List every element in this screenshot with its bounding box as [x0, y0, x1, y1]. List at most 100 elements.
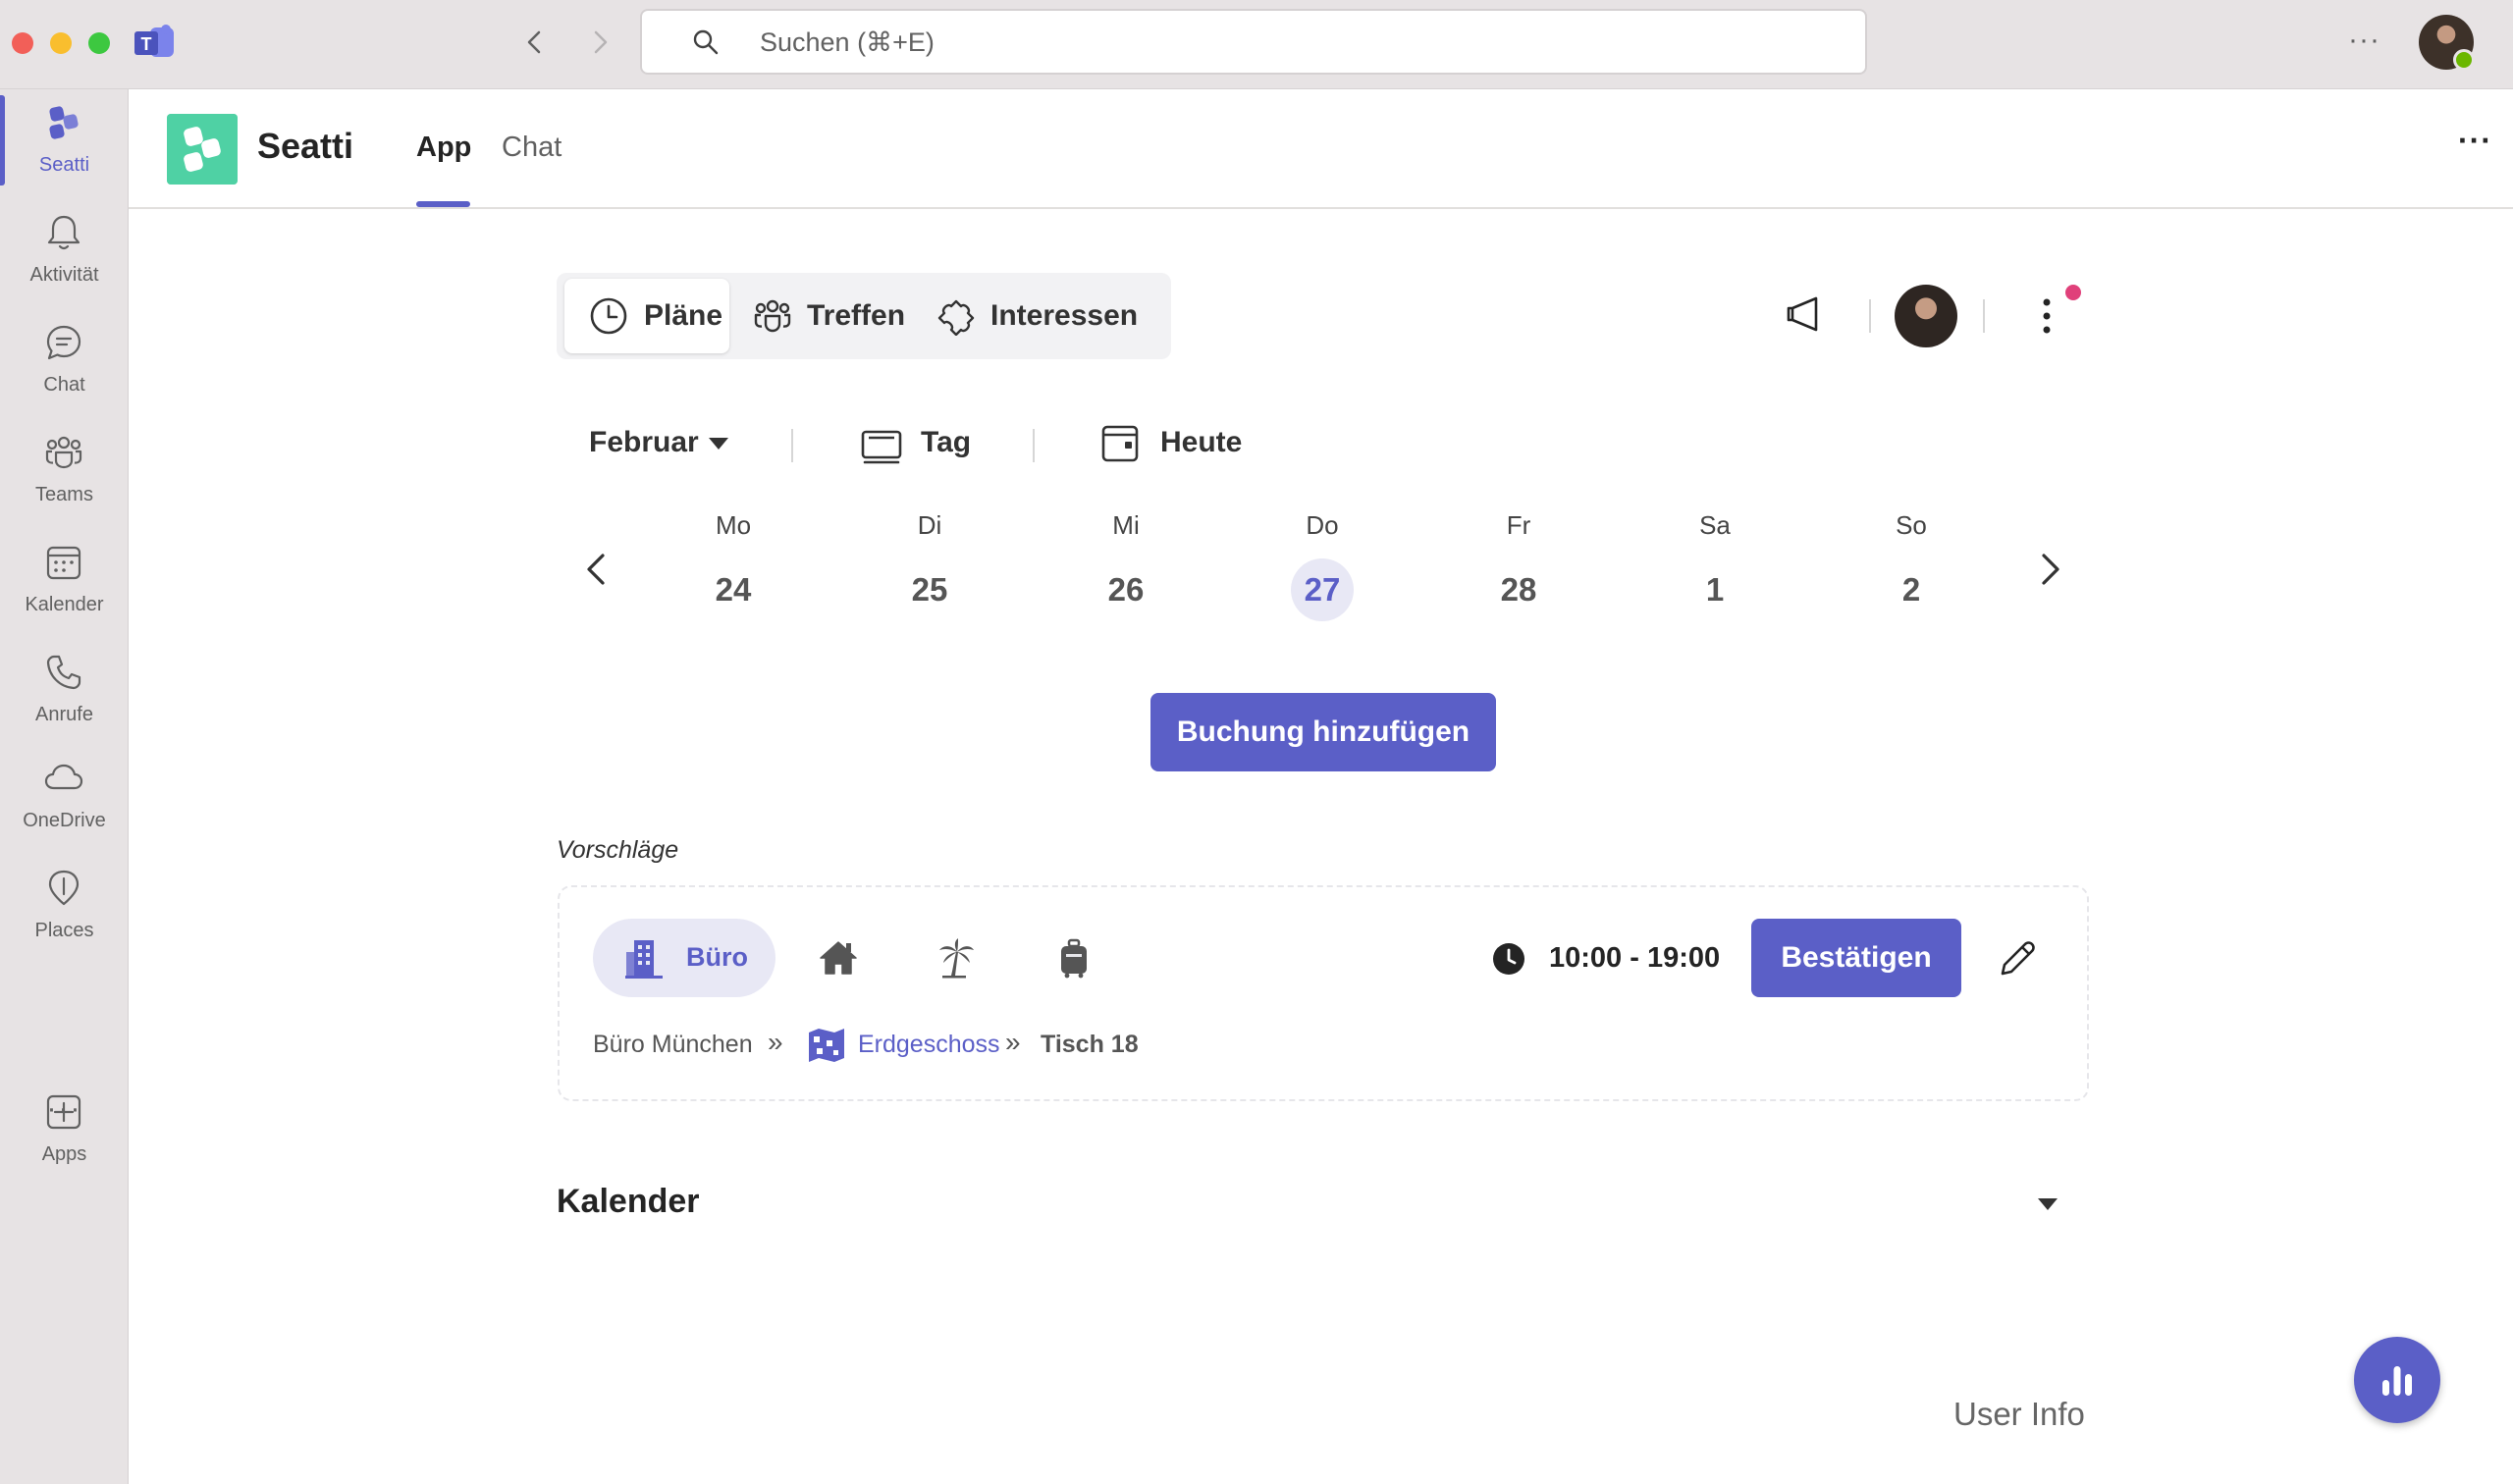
rail-item-places[interactable]: Places	[0, 855, 129, 963]
zoom-window-button[interactable]	[88, 32, 110, 54]
divider	[1869, 299, 1871, 333]
segment-interessen[interactable]: Interessen	[925, 279, 1165, 353]
segment-plaene[interactable]: Pläne	[564, 279, 729, 353]
day-number-selected: 27	[1291, 558, 1354, 621]
calendar-section-title[interactable]: Kalender	[557, 1183, 700, 1221]
divider	[1033, 429, 1035, 462]
day-view-button[interactable]: Tag	[921, 426, 971, 459]
view-segmented-control: Pläne Treffen Interessen	[557, 273, 1171, 359]
divider	[791, 429, 793, 462]
rail-item-apps[interactable]: Apps	[0, 1079, 129, 1187]
breadcrumb-floor-link[interactable]: Erdgeschoss	[858, 1031, 1000, 1059]
rail-item-kalender[interactable]: Kalender	[0, 529, 129, 637]
tab-app[interactable]: App	[416, 132, 471, 164]
app-rail: Seatti Aktivität Chat Teams Kalender Anr…	[0, 89, 129, 1484]
day-number: 28	[1500, 571, 1537, 608]
chat-icon	[46, 325, 81, 360]
title-bar: T Suchen (⌘+E) ···	[0, 0, 2513, 89]
header-more-button[interactable]: ···	[2458, 123, 2492, 159]
user-info-link[interactable]: User Info	[1953, 1396, 2085, 1433]
day-name: So	[1896, 510, 1927, 540]
rail-label-teams: Teams	[35, 484, 93, 505]
day-wednesday[interactable]: Mi 26	[1077, 510, 1175, 621]
bell-icon	[47, 215, 80, 250]
day-friday[interactable]: Fr 28	[1470, 510, 1568, 621]
palm-tree-icon[interactable]	[935, 936, 978, 980]
day-saturday[interactable]: Sa 1	[1666, 510, 1764, 621]
time-range[interactable]: 10:00 - 19:00	[1549, 942, 1720, 975]
add-booking-button[interactable]: Buchung hinzufügen	[1150, 693, 1496, 771]
type-office-chip[interactable]: Büro	[593, 919, 775, 997]
rail-item-aktivitaet[interactable]: Aktivität	[0, 199, 129, 307]
today-button[interactable]: Heute	[1160, 426, 1242, 459]
suggestion-card: Büro 10:00 - 19:00 Bestätigen Büro Münch…	[558, 885, 2089, 1101]
segment-interessen-label: Interessen	[990, 299, 1139, 332]
cloud-icon	[44, 764, 83, 790]
teams-icon	[45, 436, 82, 469]
caret-down-icon[interactable]	[709, 438, 728, 450]
segment-plaene-label: Pläne	[644, 299, 723, 332]
back-arrow-icon[interactable]	[520, 27, 550, 57]
minimize-window-button[interactable]	[50, 32, 72, 54]
segment-treffen[interactable]: Treffen	[741, 279, 913, 353]
day-number: 24	[715, 571, 752, 608]
places-icon	[48, 870, 80, 906]
floor-map-icon	[809, 1029, 844, 1062]
day-sunday[interactable]: So 2	[1862, 510, 1960, 621]
add-apps-icon	[46, 1094, 81, 1130]
day-name: Mo	[715, 510, 752, 540]
bar-chart-icon	[2382, 1366, 2412, 1396]
rail-item-onedrive[interactable]: OneDrive	[0, 745, 129, 853]
megaphone-icon[interactable]	[1783, 292, 1828, 337]
day-name: Mi	[1112, 510, 1140, 540]
day-tuesday[interactable]: Di 25	[881, 510, 979, 621]
suitcase-icon[interactable]	[1052, 936, 1096, 980]
close-window-button[interactable]	[12, 32, 33, 54]
titlebar-more-button[interactable]: ···	[2348, 24, 2380, 57]
analytics-fab-button[interactable]	[2354, 1337, 2440, 1423]
today-calendar-icon[interactable]	[1099, 424, 1143, 463]
clock-icon	[1493, 943, 1524, 975]
previous-week-icon[interactable]	[579, 548, 615, 591]
divider	[1983, 299, 1985, 333]
rail-label-chat: Chat	[43, 374, 85, 396]
breadcrumb-separator-icon: »	[768, 1027, 783, 1057]
rail-label-onedrive: OneDrive	[23, 810, 106, 831]
clock-outline-icon	[590, 297, 627, 335]
day-number: 26	[1107, 571, 1145, 608]
day-monday[interactable]: Mo 24	[684, 510, 782, 621]
breadcrumb-location: Büro München	[593, 1031, 753, 1058]
seatti-icon	[49, 106, 79, 139]
rail-item-anrufe[interactable]: Anrufe	[0, 639, 129, 747]
home-icon[interactable]	[817, 936, 860, 980]
rail-label-anrufe: Anrufe	[35, 704, 93, 725]
rail-item-teams[interactable]: Teams	[0, 419, 129, 527]
day-thursday-today[interactable]: Do 27	[1273, 510, 1371, 621]
type-office-label: Büro	[686, 942, 748, 972]
expand-caret-icon[interactable]	[2038, 1198, 2058, 1210]
rail-label-kalender: Kalender	[25, 594, 104, 615]
seatti-logo	[167, 114, 238, 185]
day-name: Do	[1306, 510, 1339, 540]
day-name: Sa	[1699, 510, 1731, 540]
forward-arrow-icon[interactable]	[585, 27, 615, 57]
search-icon	[693, 29, 719, 55]
day-view-icon[interactable]	[860, 426, 903, 465]
month-dropdown[interactable]: Februar	[589, 426, 699, 459]
search-input[interactable]: Suchen (⌘+E)	[640, 9, 1867, 75]
confirm-button[interactable]: Bestätigen	[1751, 919, 1961, 997]
next-week-icon[interactable]	[2032, 548, 2067, 591]
presence-available-icon	[2453, 49, 2475, 71]
rail-label-places: Places	[34, 920, 94, 941]
pencil-edit-icon[interactable]	[1995, 936, 2040, 981]
rail-item-seatti[interactable]: Seatti	[0, 89, 129, 197]
active-tab-indicator	[416, 201, 470, 207]
rail-item-chat[interactable]: Chat	[0, 309, 129, 417]
more-vertical-icon[interactable]	[2032, 294, 2061, 338]
rail-label-aktivitaet: Aktivität	[29, 264, 99, 286]
breadcrumb-separator-icon: »	[1005, 1027, 1021, 1057]
tab-chat[interactable]: Chat	[502, 132, 561, 164]
user-avatar[interactable]	[1895, 285, 1957, 347]
phone-icon	[46, 655, 81, 690]
day-number: 2	[1901, 571, 1921, 608]
